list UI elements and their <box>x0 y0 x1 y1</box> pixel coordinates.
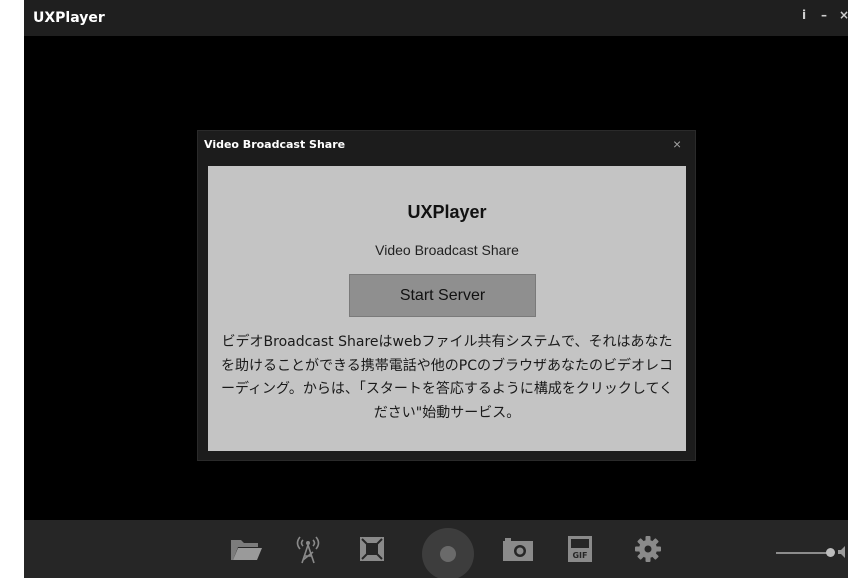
broadcast-button[interactable] <box>290 520 326 578</box>
uxplayer-window: UXPlayer i – × GIF Video Broadcast Share… <box>24 0 848 578</box>
title-bar: UXPlayer i – × <box>24 0 848 36</box>
play-button[interactable] <box>418 520 478 578</box>
dialog-description: ビデオBroadcast Shareはwebファイル共有システムで、それはあなた… <box>220 334 674 421</box>
volume-slider-track[interactable] <box>776 552 830 554</box>
dialog-title: Video Broadcast Share <box>204 138 346 151</box>
close-window-button[interactable]: × <box>839 8 848 22</box>
start-server-button[interactable]: Start Server <box>349 274 536 317</box>
app-title: UXPlayer <box>33 10 105 26</box>
dialog-subtitle: Video Broadcast Share <box>375 242 519 258</box>
info-button[interactable]: i <box>802 8 806 22</box>
gear-icon <box>635 536 661 562</box>
dialog-app-name: UXPlayer <box>407 202 487 222</box>
camera-icon <box>503 538 533 561</box>
volume-icon[interactable] <box>838 546 848 558</box>
fullscreen-icon <box>360 537 384 561</box>
fullscreen-button[interactable] <box>354 520 390 578</box>
gif-icon: GIF <box>568 536 592 562</box>
volume-slider-handle[interactable] <box>826 548 835 557</box>
snapshot-button[interactable] <box>498 520 538 578</box>
control-bar: GIF <box>24 520 848 578</box>
broadcast-dialog: Video Broadcast Share × UXPlayer Video B… <box>197 130 696 461</box>
dialog-content-panel: UXPlayer Video Broadcast Share Start Ser… <box>208 166 686 451</box>
dialog-close-button[interactable]: × <box>673 136 681 152</box>
play-icon <box>422 528 474 578</box>
gif-capture-button[interactable]: GIF <box>561 520 599 578</box>
minimize-button[interactable]: – <box>821 8 827 22</box>
open-file-button[interactable] <box>224 520 268 578</box>
broadcast-tower-icon <box>296 536 320 564</box>
gif-label: GIF <box>572 551 587 560</box>
settings-button[interactable] <box>630 520 666 578</box>
folder-open-icon <box>231 540 262 560</box>
